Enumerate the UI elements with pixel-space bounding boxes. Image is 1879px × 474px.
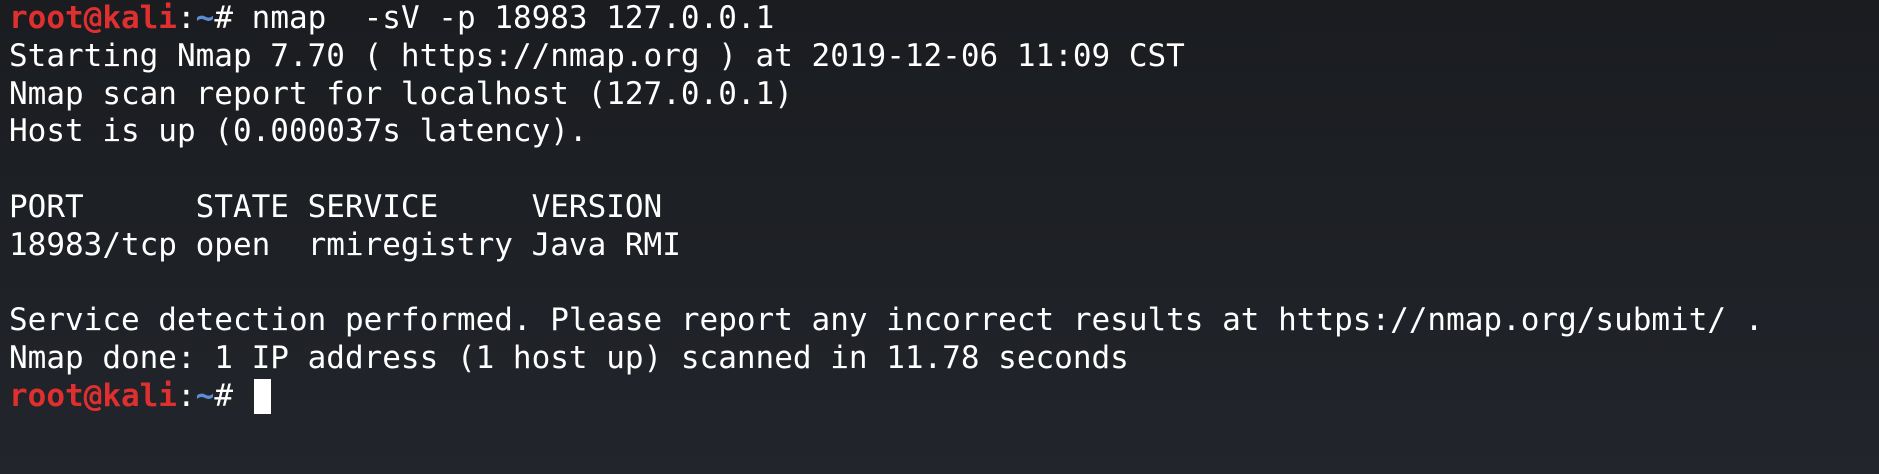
output-line-nmap-done: Nmap done: 1 IP address (1 host up) scan…: [9, 340, 1129, 377]
prompt-symbol: #: [214, 377, 252, 414]
prompt-separator: :: [176, 0, 196, 36]
output-line-service-detection: Service detection performed. Please repo…: [9, 302, 1764, 339]
text-cursor[interactable]: [253, 378, 271, 414]
output-line-host-up: Host is up (0.000037s latency).: [9, 113, 588, 150]
output-line-blank: [9, 151, 1879, 189]
terminal-window[interactable]: root@kali:~# nmap -sV -p 18983 127.0.0.1…: [0, 0, 1879, 474]
command-line: root@kali:~# nmap -sV -p 18983 127.0.0.1: [9, 0, 1879, 38]
output-line-table-row: 18983/tcp open rmiregistry Java RMI: [9, 226, 681, 263]
prompt-user-host: root@kali: [9, 0, 177, 36]
prompt-path: ~: [195, 377, 215, 414]
prompt-user-host: root@kali: [9, 377, 177, 414]
prompt-path: ~: [195, 0, 215, 36]
prompt-separator: :: [176, 377, 196, 414]
output-line-starting: Starting Nmap 7.70 ( https://nmap.org ) …: [9, 37, 1185, 74]
output-line-table-header: PORT STATE SERVICE VERSION: [9, 188, 663, 225]
command-text: nmap -sV -p 18983 127.0.0.1: [251, 0, 775, 36]
prompt-symbol: #: [214, 0, 252, 36]
output-line-blank: [9, 265, 1879, 303]
output-line-scan-report: Nmap scan report for localhost (127.0.0.…: [9, 75, 793, 112]
active-prompt-line[interactable]: root@kali:~#: [9, 378, 1879, 416]
